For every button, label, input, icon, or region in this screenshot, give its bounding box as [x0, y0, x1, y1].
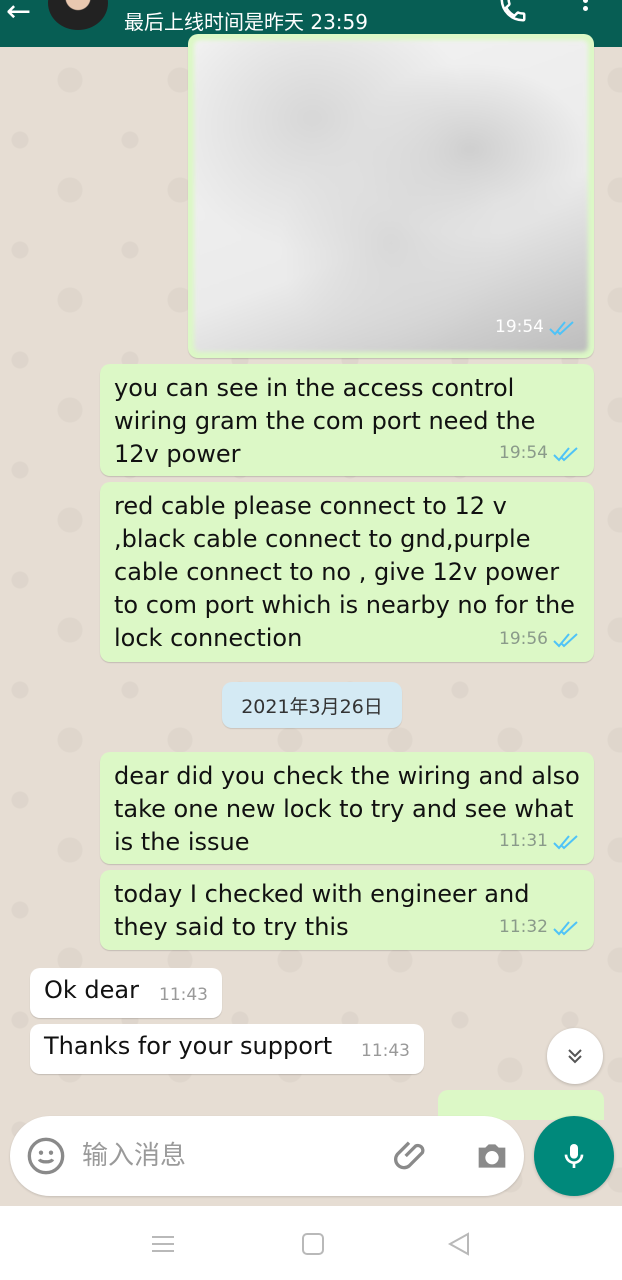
message-meta: 19:56	[499, 623, 580, 656]
message-time: 11:43	[361, 1041, 410, 1061]
message-meta: 11:43	[159, 979, 208, 1012]
message-time: 11:32	[499, 917, 548, 937]
message-meta: 19:54	[499, 437, 580, 470]
message-bubble-incoming[interactable]: Thanks for your support 11:43	[30, 1024, 424, 1074]
recent-apps-icon[interactable]	[148, 1230, 178, 1258]
message-input[interactable]	[82, 1136, 372, 1176]
message-bubble-incoming[interactable]: Ok dear 11:43	[30, 968, 222, 1018]
camera-icon[interactable]	[472, 1136, 512, 1176]
message-meta: 11:31	[499, 825, 580, 858]
mic-button[interactable]	[534, 1116, 614, 1196]
message-time: 19:56	[499, 629, 548, 649]
image-message[interactable]: 19:54	[188, 34, 594, 358]
double-tick-icon	[553, 834, 578, 849]
emoji-icon[interactable]	[26, 1136, 66, 1176]
scroll-to-bottom-button[interactable]	[547, 1028, 603, 1084]
scroll-down-icon	[568, 1049, 582, 1064]
date-chip: 2021年3月26日	[222, 682, 402, 728]
message-time: 19:54	[495, 317, 544, 337]
attach-icon[interactable]	[394, 1136, 434, 1176]
double-tick-icon	[553, 446, 578, 461]
home-icon[interactable]	[298, 1230, 328, 1258]
message-bubble-outgoing[interactable]: you can see in the access control wiring…	[100, 364, 594, 476]
menu-icon[interactable]	[580, 0, 590, 20]
message-bubble-outgoing[interactable]: today I checked with engineer and they s…	[100, 870, 594, 950]
message-time: 11:43	[159, 985, 208, 1005]
double-tick-icon	[553, 632, 578, 647]
message-composer	[10, 1116, 524, 1196]
message-meta: 11:43	[361, 1035, 410, 1068]
message-bubble-outgoing[interactable]: red cable please connect to 12 v ,black …	[100, 482, 594, 662]
system-navbar	[0, 1206, 622, 1280]
last-seen-status[interactable]: 最后上线时间是昨天 23:59	[124, 6, 368, 35]
double-tick-icon	[553, 920, 578, 935]
back-icon[interactable]	[444, 1230, 474, 1258]
message-meta: 11:32	[499, 911, 580, 944]
message-bubble-outgoing[interactable]: dear did you check the wiring and also t…	[100, 752, 594, 864]
mic-icon	[564, 1144, 584, 1168]
double-tick-icon	[549, 320, 574, 335]
back-arrow-icon[interactable]: ←	[6, 0, 31, 29]
avatar[interactable]	[48, 0, 108, 30]
message-time: 11:31	[499, 831, 548, 851]
message-meta: 19:54	[495, 311, 576, 344]
blurred-image[interactable]	[194, 40, 588, 352]
call-icon[interactable]	[496, 0, 530, 24]
message-time: 19:54	[499, 443, 548, 463]
